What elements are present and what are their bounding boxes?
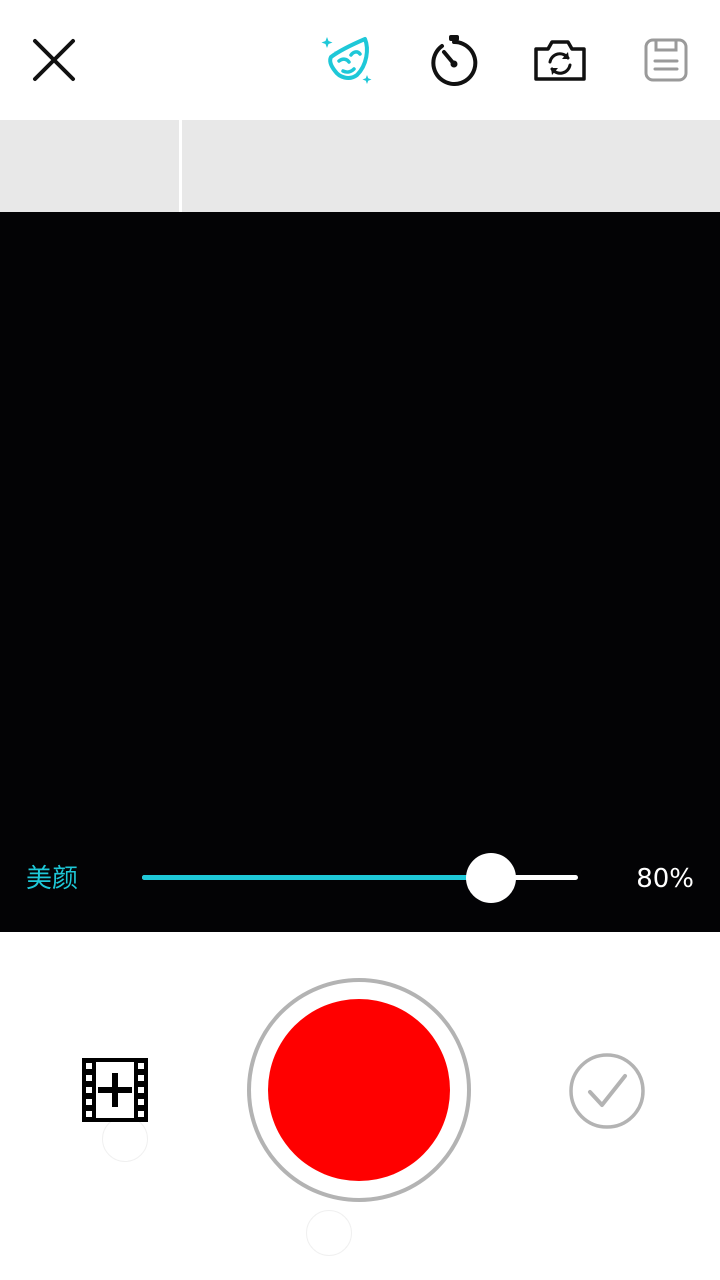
switch-camera-icon [534,40,586,81]
beauty-label: 美颜 [26,864,79,894]
beauty-slider-thumb[interactable] [466,853,516,903]
top-toolbar [0,0,720,120]
faint-circle [306,1210,352,1256]
timer-button[interactable] [422,28,486,92]
confirm-button[interactable] [568,1052,646,1130]
record-button[interactable] [247,978,471,1202]
record-button-core [268,999,450,1181]
switch-camera-button[interactable] [528,28,592,92]
film-add-icon [82,1058,148,1122]
close-icon [33,39,75,81]
timer-icon [431,35,478,86]
camera-recorder-screen: 美颜 80% [0,0,720,1280]
beauty-slider-fill [142,875,491,880]
save-icon [644,38,688,82]
recording-segment-strip [0,120,720,212]
checkmark-circle-icon [569,1053,645,1129]
beauty-slider[interactable] [142,852,578,904]
add-clip-button[interactable] [80,1056,150,1124]
segment-divider [179,120,182,212]
camera-preview[interactable] [0,212,720,932]
save-button[interactable] [634,28,698,92]
close-button[interactable] [22,28,86,92]
beauty-toggle-button[interactable] [314,28,378,92]
beauty-face-icon [321,37,372,84]
beauty-value: 80% [636,864,694,894]
